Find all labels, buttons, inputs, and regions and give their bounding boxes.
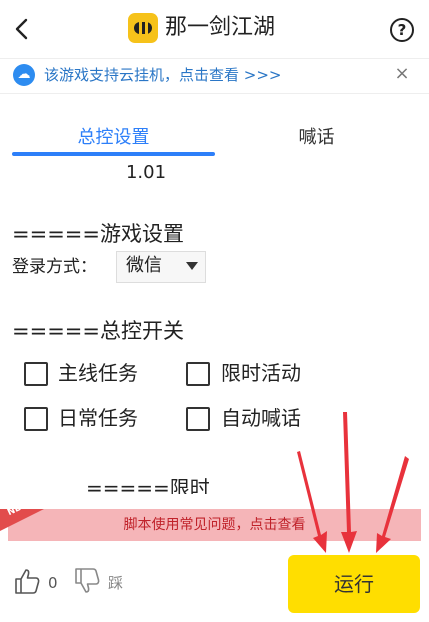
checkbox-main-quest-label[interactable]: 主线任务	[58, 359, 138, 387]
thumbs-down-icon[interactable]	[72, 566, 102, 596]
tab-active-indicator	[12, 152, 215, 156]
help-icon[interactable]: ?	[390, 18, 414, 42]
page-title: 那一剑江湖	[165, 15, 276, 40]
chevron-left-icon	[15, 18, 28, 40]
checkbox-main-quest[interactable]	[24, 362, 48, 386]
limited-event-heading: =====限时活动	[86, 476, 210, 494]
bee-app-icon	[128, 13, 158, 43]
dropdown-arrow-icon[interactable]	[186, 262, 198, 270]
cloud-notice-text[interactable]: 该游戏支持云挂机，点击查看 >>>	[44, 65, 281, 85]
close-icon[interactable]: ×	[393, 64, 411, 84]
tab-control-settings[interactable]: 总控设置	[12, 123, 215, 153]
run-button[interactable]: 运行	[288, 555, 420, 613]
version-label: 1.01	[125, 162, 167, 183]
dislike-label[interactable]: 踩	[108, 573, 123, 593]
thumbs-up-icon[interactable]	[12, 566, 42, 596]
login-method-value[interactable]: 微信	[126, 252, 162, 280]
login-method-label: 登录方式：	[12, 257, 97, 277]
cloud-icon: ☁	[13, 64, 35, 86]
control-switches-heading: =====总控开关	[12, 319, 184, 343]
faq-link-text[interactable]: 脚本使用常见问题，点击查看	[8, 514, 421, 536]
back-button[interactable]	[10, 14, 36, 44]
checkbox-limited-event[interactable]	[186, 362, 210, 386]
game-settings-heading: =====游戏设置	[12, 222, 184, 246]
like-count: 0	[48, 574, 58, 592]
checkbox-limited-event-label[interactable]: 限时活动	[221, 359, 301, 387]
checkbox-auto-shout[interactable]	[186, 407, 210, 431]
checkbox-daily-quest[interactable]	[24, 407, 48, 431]
checkbox-daily-quest-label[interactable]: 日常任务	[58, 404, 138, 432]
tab-shout[interactable]: 喊话	[215, 123, 418, 153]
checkbox-auto-shout-label[interactable]: 自动喊话	[221, 404, 301, 432]
